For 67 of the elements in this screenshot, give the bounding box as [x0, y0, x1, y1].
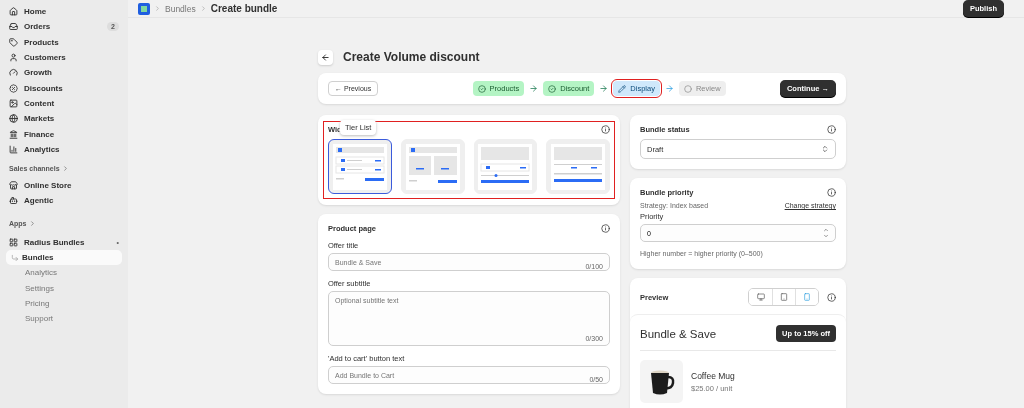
- subnav-item[interactable]: Settings: [6, 280, 122, 296]
- circle-icon: [683, 84, 692, 93]
- device-toggle[interactable]: [748, 288, 819, 306]
- layout-preview-drawing: [405, 143, 460, 190]
- arrow-right-icon: [529, 84, 539, 93]
- nav-item[interactable]: Agentic: [6, 193, 122, 209]
- nav-item[interactable]: Markets: [6, 111, 122, 127]
- chevron-right-icon: [28, 220, 36, 228]
- info-icon: [827, 188, 836, 197]
- branch-icon: [11, 253, 19, 262]
- layout-option[interactable]: [328, 139, 392, 194]
- nav-icon: [9, 129, 18, 139]
- decrement-icon[interactable]: [823, 233, 829, 239]
- nav-icon: [9, 68, 18, 78]
- increment-icon[interactable]: [823, 227, 829, 233]
- layout-preview-drawing: [551, 143, 606, 190]
- nav-item[interactable]: Growth: [6, 65, 122, 81]
- nav-icon: [9, 37, 18, 47]
- layout-preview-drawing: [478, 143, 533, 190]
- nav-item[interactable]: Customers: [6, 49, 122, 66]
- page-heading: Create Volume discount: [343, 50, 480, 64]
- channel-icon: [9, 196, 18, 206]
- nav-icon: [9, 53, 18, 63]
- nav-icon: [9, 22, 18, 32]
- chevron-right-icon: [61, 165, 69, 173]
- chevron-right-icon: [154, 5, 161, 12]
- nav-item[interactable]: Products: [6, 34, 122, 50]
- nav-item[interactable]: Home: [6, 4, 122, 20]
- check-circle-icon: [548, 84, 557, 93]
- subnav-item[interactable]: Pricing: [6, 295, 122, 312]
- nav-icon: [9, 144, 18, 154]
- desktop-icon: [756, 293, 765, 301]
- check-circle-icon: [477, 84, 486, 93]
- nav-item[interactable]: Online Store: [6, 177, 122, 194]
- nav-icon: [9, 7, 18, 17]
- nav-item[interactable]: Discounts: [6, 80, 122, 96]
- arrow-left-icon: [321, 52, 330, 62]
- info-icon: [827, 125, 836, 134]
- chevron-up-down-icon: [821, 145, 829, 153]
- arrow-right-icon: [599, 84, 609, 93]
- layout-preview-drawing: [332, 143, 387, 190]
- mobile-view-button[interactable]: [795, 289, 818, 305]
- nav-icon: [9, 114, 18, 124]
- channel-icon: [9, 181, 18, 191]
- back-button[interactable]: [318, 49, 333, 65]
- preview-heading: Bundle & Save: [640, 327, 717, 340]
- app-logo-icon: [138, 2, 150, 15]
- nav-item[interactable]: Analytics: [6, 141, 122, 157]
- info-icon: [601, 224, 610, 233]
- breadcrumb-link[interactable]: Bundles: [165, 3, 196, 14]
- info-icon: [601, 125, 610, 134]
- nav-item[interactable]: Finance: [6, 126, 122, 142]
- nav-item[interactable]: Content: [6, 95, 122, 112]
- mobile-icon: [803, 293, 811, 301]
- nav-icon: [9, 98, 18, 108]
- info-icon: [827, 292, 836, 302]
- tablet-icon: [780, 293, 788, 301]
- page-title: Create bundle: [210, 3, 278, 14]
- subnav-item[interactable]: Support: [6, 311, 122, 327]
- subnav-item[interactable]: Analytics: [6, 265, 122, 281]
- product-name: Coffee Mug: [691, 370, 735, 381]
- arrow-right-icon: [664, 84, 674, 93]
- chevron-right-icon: [199, 5, 207, 12]
- nav-icon: [9, 83, 18, 93]
- pencil-icon: [618, 84, 627, 93]
- app-icon: [9, 237, 18, 247]
- subnav-item[interactable]: Bundles: [6, 249, 122, 266]
